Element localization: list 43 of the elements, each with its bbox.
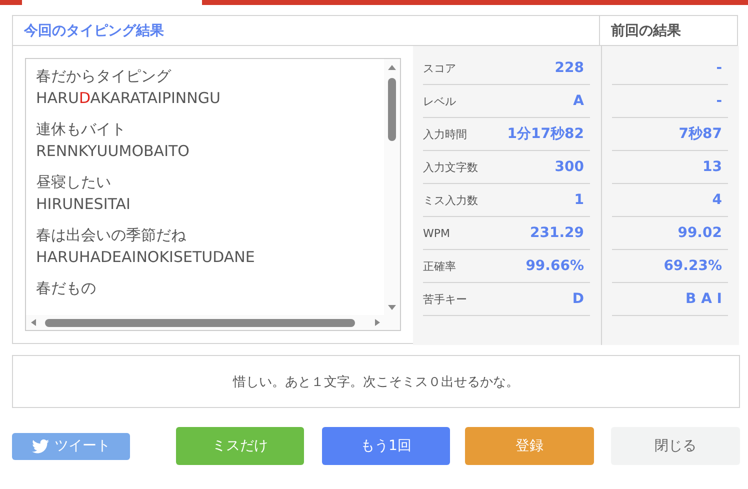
panel-title: 今回のタイピング結果 [23, 22, 165, 40]
romaji-text: HIRUNESITAI [36, 194, 132, 215]
stat-value: 99.02 [678, 225, 722, 241]
phrase-text: 春だもの [36, 278, 97, 299]
action-button[interactable]: 登録 [465, 427, 594, 465]
stat-value: 231.29 [530, 225, 584, 241]
bird-icon [32, 438, 48, 454]
phrase-text: 連休もバイト [36, 119, 127, 140]
phrase-text: 春は出会いの季節だね [36, 225, 187, 246]
stat-value: 228 [554, 60, 584, 76]
phrase-text: 春だからタイピング [36, 66, 172, 87]
action-button[interactable]: ミスだけ [176, 427, 304, 465]
stat-label: 入力文字数 [423, 160, 478, 174]
stat-value: B A I [686, 291, 722, 307]
stat-value: 99.66% [526, 258, 584, 274]
stat-value: 300 [554, 159, 584, 175]
stat-value: - [716, 93, 722, 109]
romaji-text: HARUHADEAINOKISETUDANE [36, 247, 256, 268]
stat-label: スコア [423, 60, 456, 76]
stat-label: 正確率 [423, 258, 456, 274]
phrase-text: 昼寝したい [36, 172, 112, 193]
tweet-button[interactable]: ツイート [12, 432, 130, 460]
message-text: 惜しい。あと１文字。次こそミス０出せるかな。 [233, 374, 519, 390]
stat-label: レベル [423, 94, 456, 108]
stat-value: 69.23% [664, 258, 722, 274]
stat-value: 1 [574, 192, 584, 208]
romaji-text: HARUDAKARATAIPINNGU [36, 88, 222, 109]
stat-value: 1分17秒82 [507, 125, 584, 143]
stat-label: 入力時間 [423, 126, 467, 142]
action-button[interactable]: もう1回 [322, 427, 450, 465]
stat-value: D [572, 291, 584, 307]
stat-value: 4 [712, 192, 722, 208]
stat-label: WPM [423, 226, 450, 240]
romaji-text: RENNKYUUMOBAITO [36, 141, 190, 162]
phrase-list[interactable]: 春だからタイピング HARUDAKARATAIPINNGU 連休もバイト RENNKYUUMOBAITO 昼寝したい HIRUNESITAI 春は出会いの季節だね HARUHADEAINOKISETUDANE 春だもの [25, 58, 401, 331]
stat-value: - [716, 60, 722, 76]
close-button[interactable]: 閉じる [611, 427, 740, 465]
panel-title: 前回の結果 [599, 16, 737, 45]
stat-value: A [573, 93, 584, 109]
stat-value: 7秒87 [678, 125, 722, 143]
stat-label: 苦手キー [423, 292, 467, 306]
stat-label: ミス入力数 [423, 192, 478, 208]
stat-value: 13 [702, 159, 722, 175]
